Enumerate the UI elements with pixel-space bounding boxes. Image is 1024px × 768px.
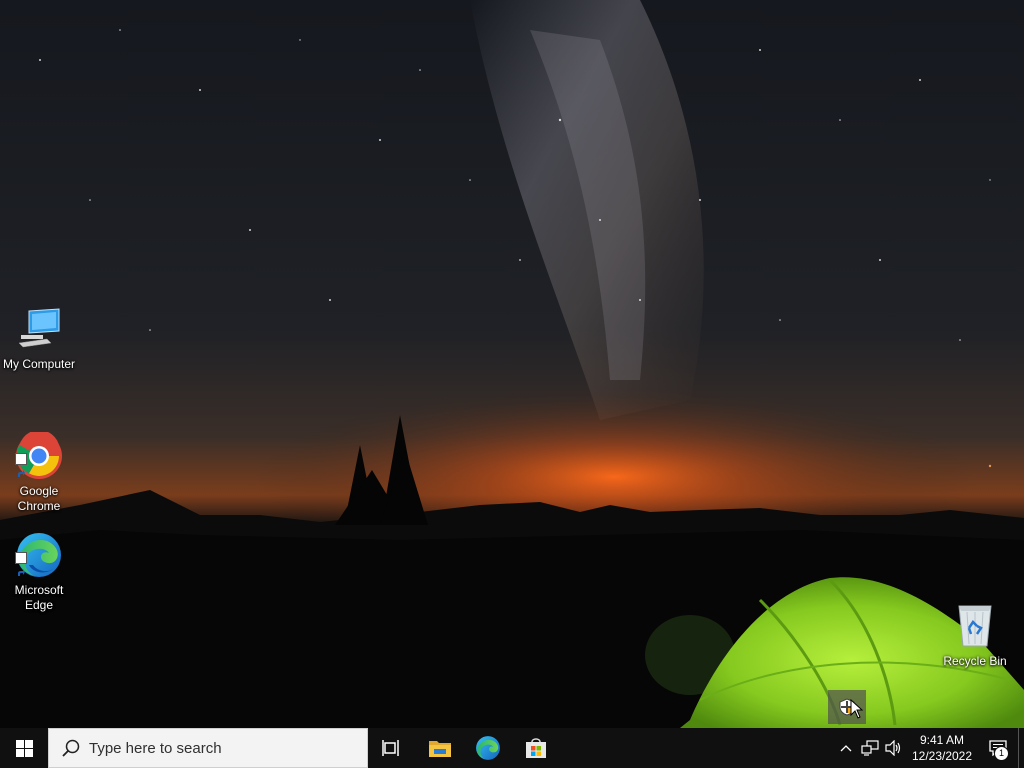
taskbar-search-box[interactable]: Type here to search — [48, 728, 368, 768]
task-view-button[interactable] — [368, 728, 416, 768]
desktop-icon-my-computer[interactable]: My Computer — [1, 305, 77, 372]
volume-icon — [885, 740, 901, 756]
edge-icon — [476, 736, 500, 760]
file-explorer-icon — [429, 741, 451, 757]
shortcut-arrow-icon — [15, 552, 27, 576]
edge-icon — [15, 516, 63, 577]
task-view-icon — [382, 740, 399, 756]
desktop-icon-recycle-bin[interactable]: Recycle Bin — [937, 602, 1013, 669]
desktop-icon-google-chrome[interactable]: Google Chrome — [1, 402, 77, 514]
notification-count-badge: 1 — [994, 746, 1009, 761]
desktop-icon-microsoft-edge[interactable]: Microsoft Edge — [1, 501, 77, 613]
shortcut-arrow-icon — [15, 453, 27, 477]
microsoft-store-icon — [526, 738, 546, 758]
volume-button[interactable] — [882, 728, 906, 768]
network-button[interactable] — [858, 728, 882, 768]
taskbar-clock[interactable]: 9:41 AM 12/23/2022 — [906, 732, 978, 764]
clock-date: 12/23/2022 — [911, 749, 973, 763]
system-tray: 9:41 AM 12/23/2022 1 — [834, 728, 1024, 768]
search-icon — [62, 739, 80, 757]
desktop-wallpaper — [0, 0, 1024, 728]
recycle-bin-icon — [951, 602, 999, 650]
network-icon — [861, 740, 879, 756]
search-placeholder: Type here to search — [89, 739, 222, 757]
clock-time: 9:41 AM — [919, 733, 965, 747]
windows-logo-icon — [15, 739, 33, 757]
taskbar: Type here to search 9:41 AM 12/23/2022 1 — [0, 728, 1024, 768]
action-center-button[interactable]: 1 — [978, 728, 1018, 768]
show-hidden-icons-button[interactable] — [834, 728, 858, 768]
start-button[interactable] — [0, 728, 48, 768]
chevron-up-icon — [840, 745, 852, 752]
desktop-icon-label: Recycle Bin — [943, 654, 1007, 668]
edge-taskbar-button[interactable] — [464, 728, 512, 768]
monitor-icon — [15, 305, 63, 353]
desktop-icon-label: My Computer — [2, 357, 76, 371]
show-desktop-button[interactable] — [1018, 728, 1024, 768]
microsoft-store-button[interactable] — [512, 728, 560, 768]
mouse-cursor-icon — [850, 698, 864, 724]
file-explorer-button[interactable] — [416, 728, 464, 768]
chrome-icon — [15, 417, 63, 479]
